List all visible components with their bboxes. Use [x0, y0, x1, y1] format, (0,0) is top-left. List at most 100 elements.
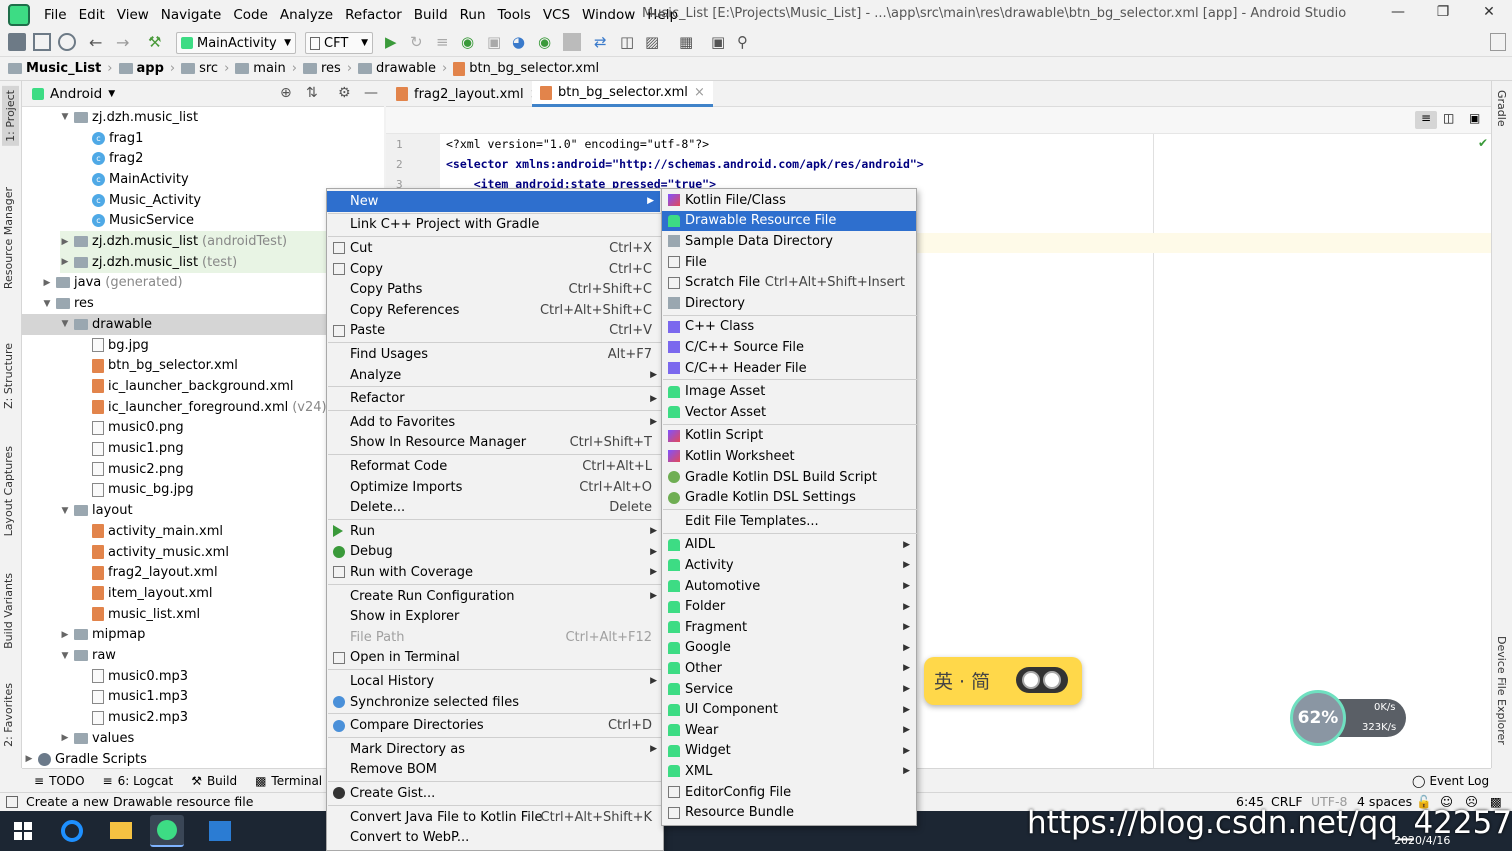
menu-tools[interactable]: Tools	[492, 7, 537, 23]
minimize-icon[interactable]: —	[1383, 4, 1413, 24]
android-studio-taskbar-icon[interactable]	[150, 815, 184, 847]
menu-item[interactable]: Paste Ctrl+V	[327, 321, 663, 342]
tree-item[interactable]: c frag2	[78, 148, 143, 169]
tree-item[interactable]: ▶ values	[60, 728, 135, 749]
explorer-taskbar-icon[interactable]	[104, 815, 138, 847]
breadcrumb-item[interactable]: app	[118, 61, 164, 76]
menu-item[interactable]: Show in Explorer	[327, 606, 663, 627]
menu-navigate[interactable]: Navigate	[155, 7, 228, 23]
tree-item[interactable]: c frag1	[78, 128, 143, 149]
collapsed-arrow-icon[interactable]: ▶	[60, 733, 70, 743]
menu-item[interactable]: Convert Java File to Kotlin File Ctrl+Alt…	[327, 807, 663, 828]
menu-item[interactable]: Gradle Kotlin DSL Settings	[662, 487, 916, 508]
menu-item[interactable]: Convert to WebP...	[327, 827, 663, 848]
forward-icon[interactable]: →	[116, 33, 134, 52]
menu-item[interactable]: Open in Terminal	[327, 648, 663, 669]
project-view-select[interactable]: Android	[50, 86, 102, 102]
tree-item[interactable]: ▼ raw	[60, 645, 116, 666]
menu-item[interactable]: Analyze ▶	[327, 365, 663, 386]
menu-item[interactable]: Link C++ Project with Gradle	[327, 215, 663, 236]
debug-icon[interactable]: ◉	[461, 33, 479, 51]
back-icon[interactable]: ←	[89, 33, 107, 52]
menu-item[interactable]: Other ▶	[662, 658, 916, 679]
restore-icon[interactable]: ❐	[1428, 4, 1458, 24]
save-icon[interactable]	[33, 33, 51, 51]
rerun-icon[interactable]: ↻	[410, 33, 428, 51]
browser-taskbar-icon[interactable]	[56, 815, 90, 847]
breadcrumb-item[interactable]: res	[302, 61, 341, 76]
tab-logcat[interactable]: ≡ 6: Logcat	[103, 774, 174, 788]
menu-item[interactable]: Refactor ▶	[327, 388, 663, 409]
tree-item[interactable]: frag2_layout.xml	[78, 562, 218, 583]
ime-widget[interactable]: 英 · 简	[924, 657, 1082, 705]
breadcrumb-item[interactable]: btn_bg_selector.xml	[453, 61, 599, 76]
tab-close-icon[interactable]: ×	[694, 85, 705, 100]
menu-item[interactable]: Folder ▶	[662, 596, 916, 617]
menu-item[interactable]: Find Usages Alt+F7	[327, 344, 663, 365]
tab-todo[interactable]: ≡ TODO	[34, 774, 85, 788]
tree-item[interactable]: ▶ java (generated)	[42, 273, 183, 294]
tree-item[interactable]: music_list.xml	[78, 604, 200, 625]
menu-item[interactable]: Kotlin File/Class	[662, 190, 916, 211]
menu-item[interactable]: Fragment ▶	[662, 617, 916, 638]
menu-item[interactable]: Resource Bundle	[662, 802, 916, 823]
run-config-select[interactable]: MainActivity ▼	[176, 32, 296, 54]
tree-item[interactable]: music2.mp3	[78, 707, 188, 728]
menu-item[interactable]: Copy References Ctrl+Alt+Shift+C	[327, 300, 663, 321]
menu-item[interactable]: Show In Resource Manager Ctrl+Shift+T	[327, 433, 663, 454]
hide-icon[interactable]: —	[364, 85, 378, 101]
breadcrumb-item[interactable]: drawable	[358, 61, 436, 76]
coverage-icon[interactable]: ▣	[487, 33, 505, 51]
editor-tab[interactable]: frag2_layout.xml×	[388, 81, 548, 107]
menu-item[interactable]: Sample Data Directory	[662, 231, 916, 252]
menu-item[interactable]: Create Run Configuration ▶	[327, 586, 663, 607]
close-icon[interactable]: ✕	[1474, 4, 1504, 24]
design-view-icon[interactable]: ▣	[1469, 111, 1480, 125]
sdk-manager-icon[interactable]: ▨	[645, 33, 663, 51]
collapsed-arrow-icon[interactable]: ▶	[60, 630, 70, 640]
menu-item[interactable]: Wear ▶	[662, 720, 916, 741]
tree-item[interactable]: music0.png	[78, 418, 184, 439]
menu-item[interactable]: Vector Asset	[662, 402, 916, 423]
menu-item[interactable]: Gradle Kotlin DSL Build Script	[662, 467, 916, 488]
tab-build[interactable]: ⚒ Build	[191, 774, 237, 788]
breadcrumb-item[interactable]: Music_List	[8, 61, 101, 76]
menu-code[interactable]: Code	[227, 7, 274, 23]
menu-vcs[interactable]: VCS	[537, 7, 576, 23]
menu-refactor[interactable]: Refactor	[339, 7, 408, 23]
code-line[interactable]: <selector xmlns:android="http://schemas.…	[446, 157, 924, 171]
menu-view[interactable]: View	[111, 7, 155, 23]
windows-start-icon[interactable]	[14, 822, 32, 840]
tree-item[interactable]: music0.mp3	[78, 666, 188, 687]
tree-item[interactable]: music_bg.jpg	[78, 480, 194, 501]
menu-item[interactable]: AIDL ▶	[662, 535, 916, 556]
menu-build[interactable]: Build	[408, 7, 454, 23]
tree-item[interactable]: activity_music.xml	[78, 542, 229, 563]
editor-tab[interactable]: btn_bg_selector.xml ×	[532, 81, 713, 107]
collapsed-arrow-icon[interactable]: ▶	[42, 278, 52, 288]
word-taskbar-icon[interactable]	[203, 815, 237, 847]
menu-item[interactable]: Remove BOM	[327, 760, 663, 781]
sync-icon[interactable]	[58, 33, 76, 51]
menu-item[interactable]: Debug ▶	[327, 542, 663, 563]
menu-item[interactable]: Kotlin Script	[662, 426, 916, 447]
menu-item[interactable]: Synchronize selected files	[327, 692, 663, 713]
tree-item[interactable]: music1.mp3	[78, 687, 188, 708]
tree-item[interactable]: ▼ zj.dzh.music_list	[60, 107, 199, 128]
apply-changes-icon[interactable]: ≡	[436, 33, 454, 51]
menu-item[interactable]: Copy Paths Ctrl+Shift+C	[327, 279, 663, 300]
menu-item[interactable]: C++ Class	[662, 317, 916, 338]
collapsed-arrow-icon[interactable]: ▶	[24, 754, 34, 764]
menu-item[interactable]: Local History ▶	[327, 671, 663, 692]
menu-item[interactable]: C/C++ Source File	[662, 337, 916, 358]
collapse-icon[interactable]: ⇅	[306, 85, 318, 101]
avd-manager-icon[interactable]: ◫	[620, 33, 638, 51]
tab-terminal[interactable]: ▩ Terminal	[255, 774, 322, 788]
menu-item[interactable]: Activity ▶	[662, 555, 916, 576]
attach-debugger-icon[interactable]: ◉	[538, 33, 556, 51]
menu-analyze[interactable]: Analyze	[274, 7, 339, 23]
locate-icon[interactable]: ⊕	[280, 85, 292, 101]
menu-run[interactable]: Run	[454, 7, 492, 23]
project-structure-icon[interactable]: ▦	[679, 33, 697, 51]
expanded-arrow-icon[interactable]: ▼	[60, 651, 70, 661]
